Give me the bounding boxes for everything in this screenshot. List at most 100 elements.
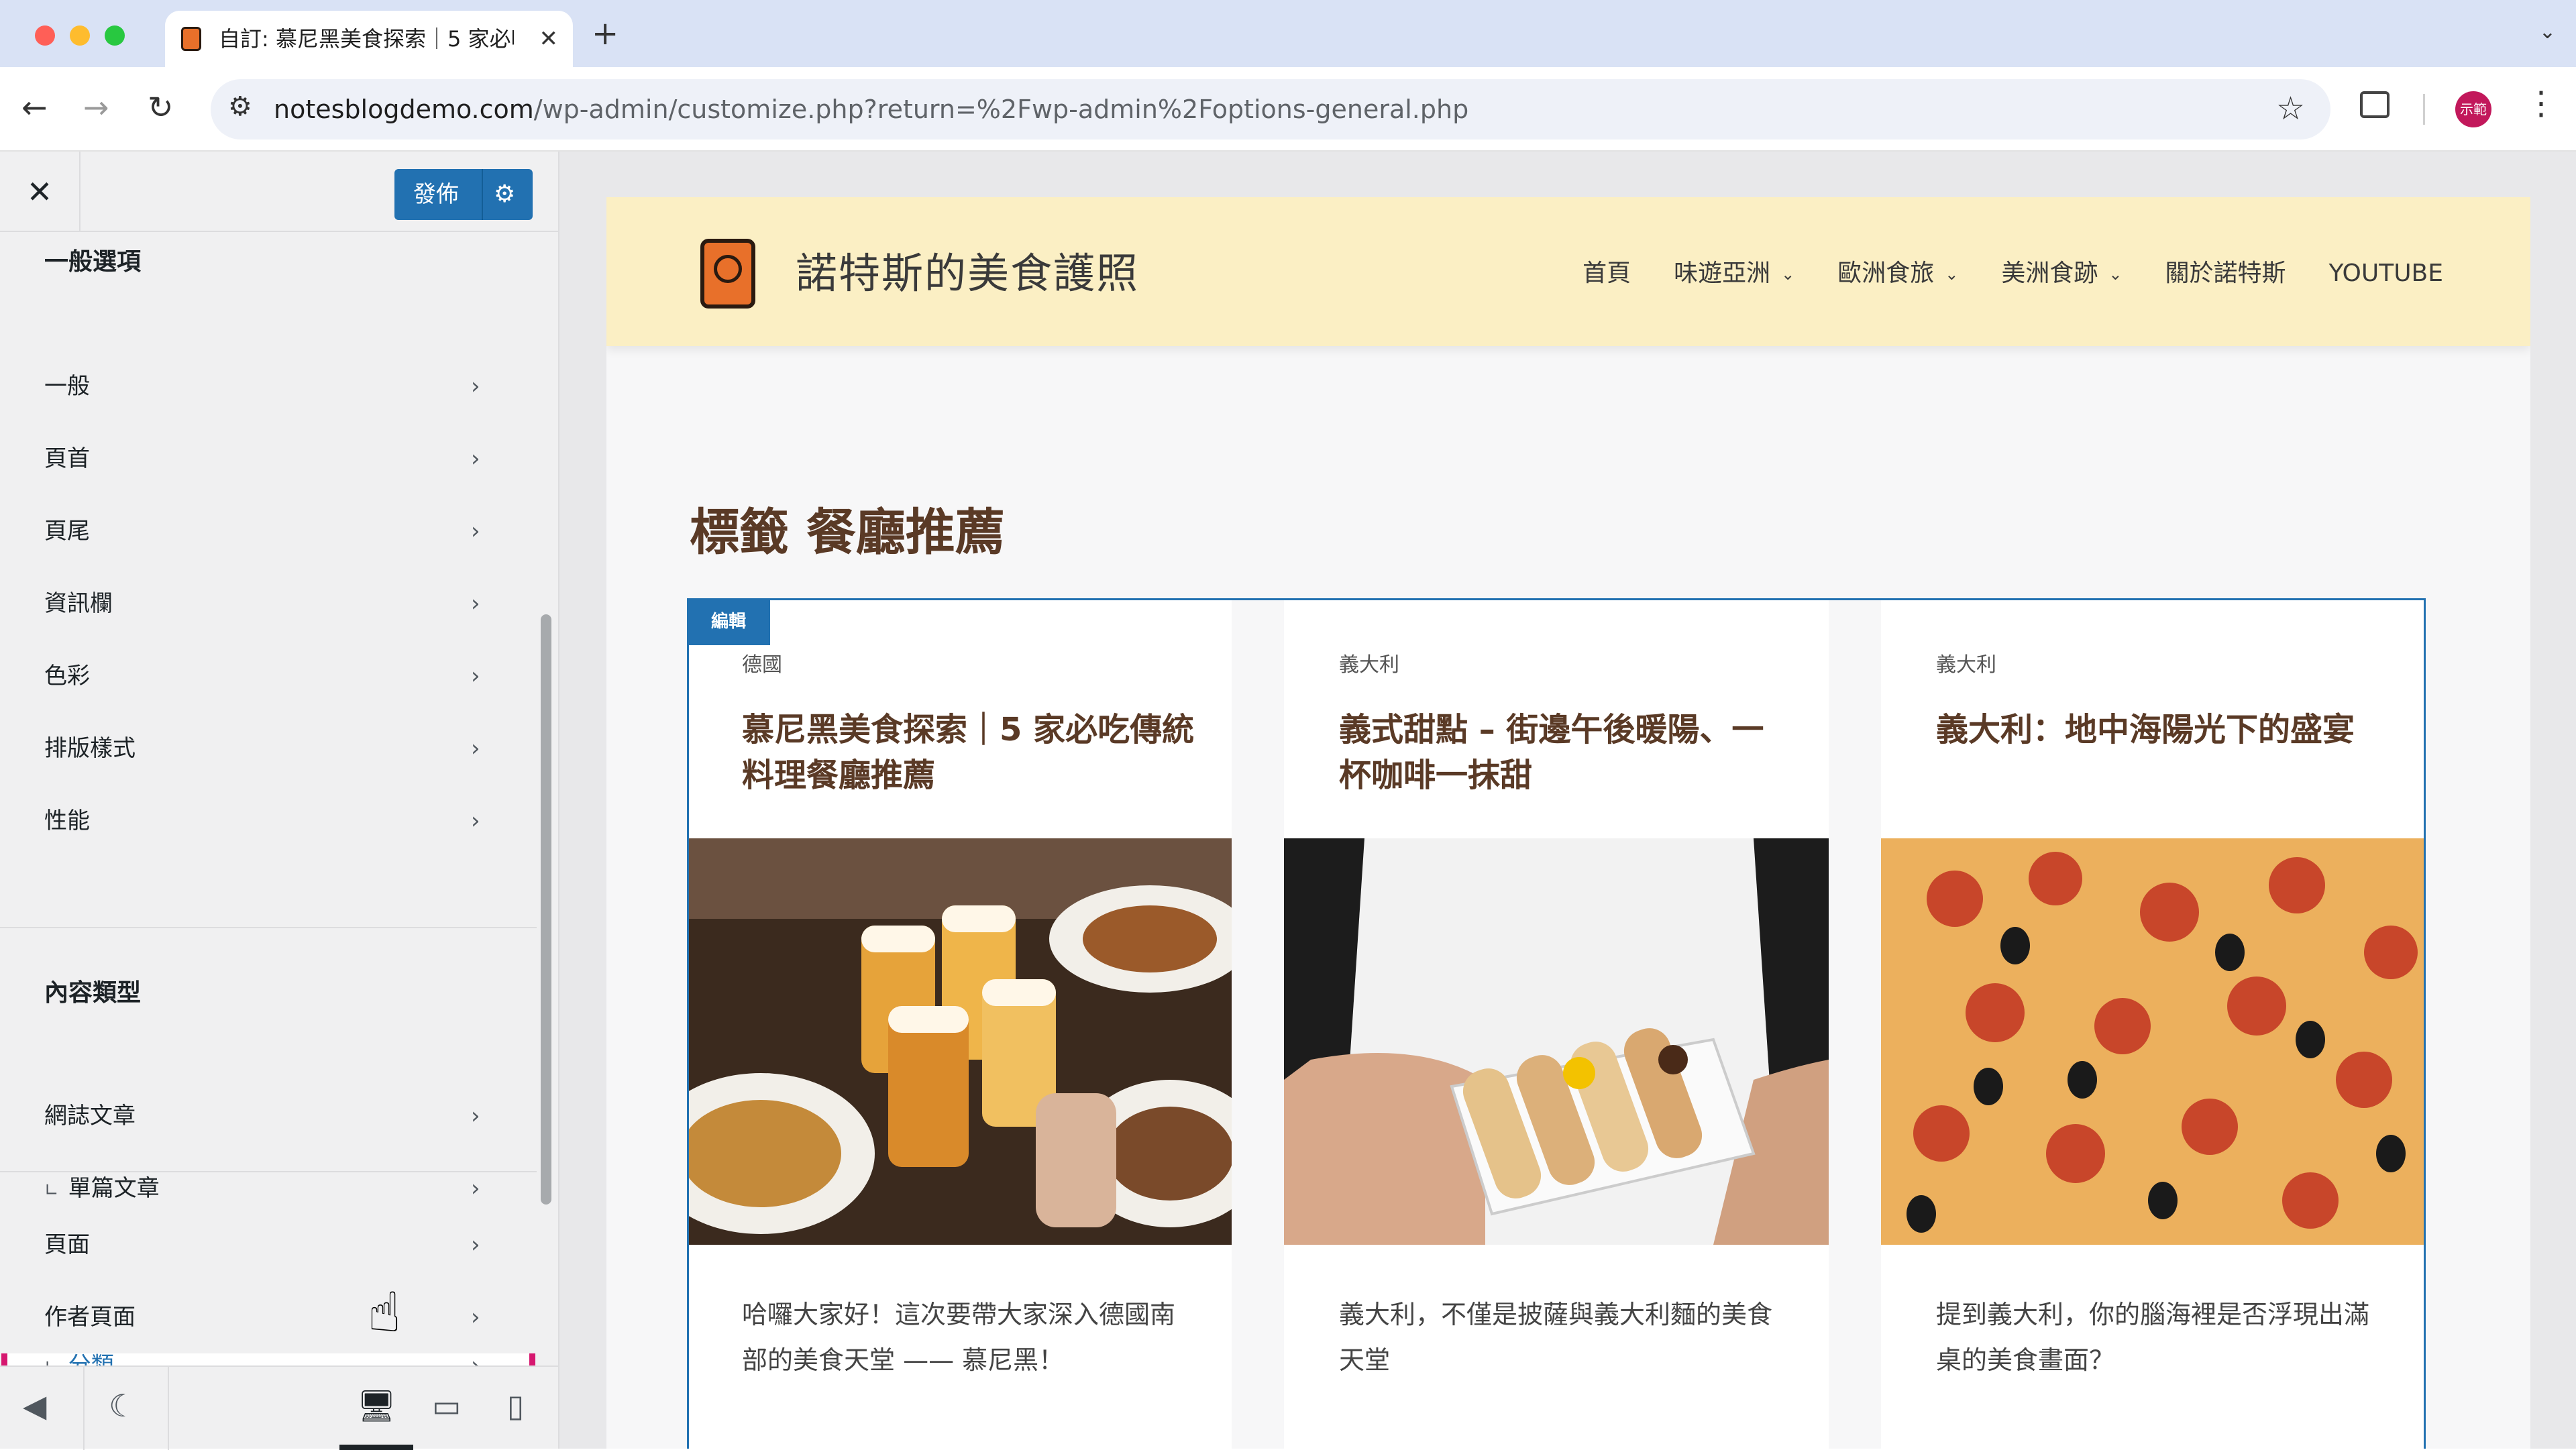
browser-menu-icon[interactable]: ⋮ (2525, 85, 2557, 122)
panel-label: 色彩 (44, 663, 90, 689)
address-bar[interactable]: ⚙ notesblogdemo.com/wp-admin/customize.p… (211, 79, 2330, 140)
footer-divider (83, 1367, 85, 1450)
browser-toolbar: ← → ↻ ⚙ notesblogdemo.com/wp-admin/custo… (0, 67, 2576, 152)
mobile-preview-icon[interactable]: ▯ (507, 1386, 524, 1426)
active-device-indicator (339, 1445, 413, 1450)
close-customizer-icon[interactable]: ✕ (0, 152, 80, 232)
sub-item-marker: ∟ (44, 1180, 59, 1201)
site-preview-frame[interactable]: 諾特斯的美食護照 首頁 味遊亞洲 ⌄ 歐洲食旅 ⌄ 美洲食跡 ⌄ 關於諾特斯 YOUT… (606, 197, 2530, 1449)
panel-label-text: 單篇文章 (68, 1175, 160, 1202)
panel-pages[interactable]: 頁面 › (0, 1209, 537, 1281)
site-favicon-icon (181, 27, 201, 51)
sub-item-marker: ∟ (44, 1357, 59, 1365)
site-preview-area: 諾特斯的美食護照 首頁 味遊亞洲 ⌄ 歐洲食旅 ⌄ 美洲食跡 ⌄ 關於諾特斯 YOUT… (559, 152, 2576, 1449)
menu-label: 歐洲食旅 (1837, 260, 1935, 287)
panel-label: 頁首 (44, 445, 90, 472)
menu-label: 關於諾特斯 (2165, 260, 2286, 287)
chevron-right-icon: › (471, 1304, 480, 1331)
publish-button[interactable]: 發佈 ⚙ (394, 169, 533, 220)
customizer-header: ✕ 發佈 ⚙ (0, 152, 558, 232)
primary-menu: 首頁 味遊亞洲 ⌄ 歐洲食旅 ⌄ 美洲食跡 ⌄ 關於諾特斯 YOUTUBE (1582, 255, 2443, 293)
customizer-panel-list[interactable]: 一般選項 一般 › 頁首 › 頁尾 › 資訊欄 › 色彩 › 排版樣式 › 性能… (0, 232, 537, 1365)
section-title-content-types: 內容類型 (44, 979, 142, 1007)
tab-search-chevron-icon[interactable]: ⌄ (2539, 20, 2556, 44)
extensions-icon[interactable] (2360, 91, 2390, 118)
url-path: /wp-admin/customize.php?return=%2Fwp-adm… (533, 95, 1469, 124)
tab-close-icon[interactable]: ✕ (539, 23, 559, 55)
menu-label: 美洲食跡 (2001, 260, 2098, 287)
menu-item-asia[interactable]: 味遊亞洲 ⌄ (1674, 255, 1794, 293)
bookmark-star-icon[interactable]: ☆ (2276, 90, 2305, 127)
section-divider (0, 927, 537, 928)
panel-author-page[interactable]: 作者頁面 › (0, 1281, 537, 1353)
chevron-right-icon: › (471, 663, 480, 689)
panel-typography[interactable]: 排版樣式 › (0, 712, 537, 785)
dark-mode-moon-icon[interactable]: ☾ (109, 1386, 136, 1426)
chevron-right-icon: › (471, 1231, 480, 1258)
site-settings-icon[interactable]: ⚙ (228, 91, 252, 122)
panel-header[interactable]: 頁首 › (0, 423, 537, 495)
window-close-button[interactable] (35, 25, 55, 46)
desktop-preview-icon[interactable]: 🖥 (357, 1386, 396, 1426)
window-minimize-button[interactable] (70, 25, 90, 46)
panel-label: 頁尾 (44, 518, 90, 545)
publish-label: 發佈 (413, 181, 459, 208)
logo-fork-spoon-icon (714, 255, 742, 283)
site-logo-passport-icon[interactable] (700, 239, 755, 309)
publish-settings-gear-icon[interactable]: ⚙ (494, 169, 515, 220)
panel-label: 資訊欄 (44, 590, 113, 617)
new-tab-icon[interactable]: + (592, 13, 619, 54)
panel-label: 一般 (44, 373, 90, 400)
menu-item-about[interactable]: 關於諾特斯 (2165, 255, 2286, 293)
browser-tab-bar: 自訂: 慕尼黑美食探索｜5 家必吃 ✕ + ⌄ (0, 0, 2576, 67)
panel-label: 網誌文章 (44, 1103, 136, 1129)
panel-footer[interactable]: 頁尾 › (0, 495, 537, 567)
menu-item-home[interactable]: 首頁 (1582, 255, 1631, 293)
item-divider (0, 1171, 537, 1172)
url-host: notesblogdemo.com (274, 95, 534, 124)
publish-divider (482, 169, 483, 220)
menu-label: 首頁 (1582, 260, 1631, 287)
panel-label: 頁面 (44, 1231, 90, 1258)
toolbar-divider (2423, 94, 2425, 125)
chevron-down-icon: ⌄ (2108, 265, 2123, 284)
panel-label-text: 分類 (68, 1352, 114, 1365)
chevron-right-icon: › (471, 807, 480, 834)
chevron-right-icon: › (471, 1103, 480, 1129)
menu-item-americas[interactable]: 美洲食跡 ⌄ (2001, 255, 2122, 293)
reload-icon[interactable]: ↻ (148, 87, 174, 127)
panel-blog-posts[interactable]: 網誌文章 › (0, 1080, 537, 1152)
tablet-preview-icon[interactable]: ▭ (432, 1386, 461, 1426)
menu-item-europe[interactable]: 歐洲食旅 ⌄ (1837, 255, 1958, 293)
site-title[interactable]: 諾特斯的美食護照 (796, 247, 1139, 300)
customizer-sidebar: ✕ 發佈 ⚙ 一般選項 一般 › 頁首 › 頁尾 › 資訊欄 › 色彩 › 排版… (0, 152, 559, 1450)
edit-block-badge[interactable]: 編輯 (687, 598, 770, 645)
site-header: 諾特斯的美食護照 首頁 味遊亞洲 ⌄ 歐洲食旅 ⌄ 美洲食跡 ⌄ 關於諾特斯 YOUT… (606, 197, 2530, 346)
tab-title: 自訂: 慕尼黑美食探索｜5 家必吃 (219, 26, 514, 52)
collapse-sidebar-icon[interactable]: ◀ (23, 1386, 46, 1426)
selected-block-outline (687, 598, 2426, 1449)
back-arrow-icon[interactable]: ← (21, 87, 48, 127)
panel-label: 作者頁面 (44, 1304, 136, 1331)
chevron-right-icon: › (471, 735, 480, 762)
panel-colors[interactable]: 色彩 › (0, 640, 537, 712)
browser-tab[interactable]: 自訂: 慕尼黑美食探索｜5 家必吃 ✕ (165, 11, 573, 67)
sidebar-scrollbar[interactable] (541, 614, 551, 1205)
url-text[interactable]: notesblogdemo.com/wp-admin/customize.php… (274, 93, 1468, 126)
forward-arrow-icon[interactable]: → (83, 87, 109, 127)
menu-label: YOUTUBE (2328, 260, 2444, 287)
panel-sidebar-widgets[interactable]: 資訊欄 › (0, 567, 537, 640)
menu-item-youtube[interactable]: YOUTUBE (2329, 255, 2444, 293)
panel-general[interactable]: 一般 › (0, 350, 537, 423)
hand-pointer-cursor-icon: ☝ (368, 1281, 401, 1345)
panel-label: 性能 (44, 807, 90, 834)
profile-avatar[interactable]: 示範 (2455, 91, 2491, 127)
chevron-right-icon: › (471, 590, 480, 617)
archive-title: 標籤 餐廳推薦 (690, 503, 1005, 561)
menu-label: 味遊亞洲 (1674, 260, 1771, 287)
chevron-right-icon: › (471, 373, 480, 400)
panel-performance[interactable]: 性能 › (0, 785, 537, 857)
window-zoom-button[interactable] (105, 25, 125, 46)
section-title-general: 一般選項 (44, 248, 142, 276)
footer-divider (168, 1367, 169, 1450)
